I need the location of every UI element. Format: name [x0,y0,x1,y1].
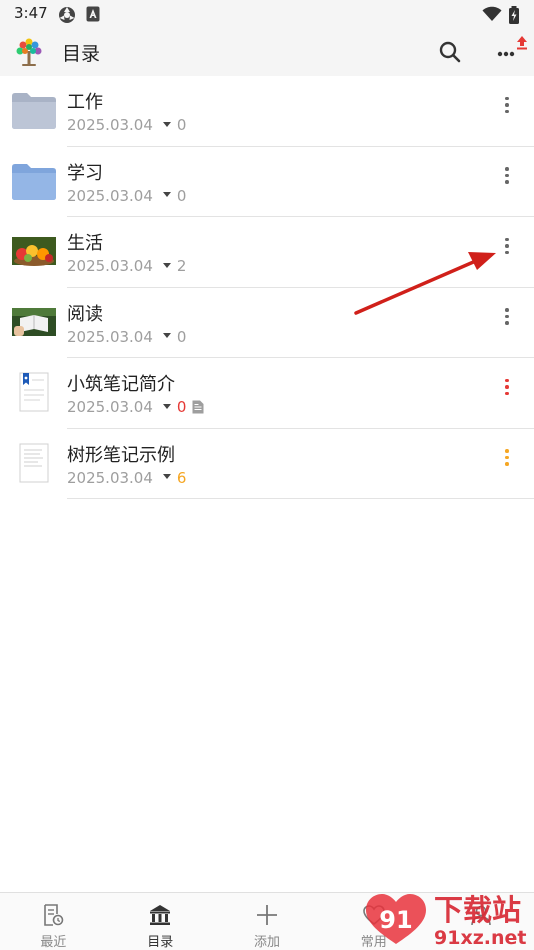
caret-down-icon [162,474,171,479]
item-meta: 2025.03.04 0 [67,398,204,416]
nav-label: 添加 [253,935,280,950]
app-logo-tree-icon [16,38,42,66]
wifi-icon [482,6,502,21]
note-document-icon [192,400,204,414]
item-meta: 2025.03.04 0 [67,328,186,346]
sync-status-icon [59,7,75,23]
item-date: 2025.03.04 [67,398,153,416]
item-count: 0 [176,327,187,346]
item-title: 阅读 [67,303,103,325]
watermark-logo-text: 91 [379,906,412,934]
item-date: 2025.03.04 [67,257,153,275]
item-count: 6 [176,468,187,487]
folder-gray-icon [12,93,56,129]
list-item[interactable]: 学习 2025.03.04 0 [0,147,534,217]
plus-icon [256,905,277,925]
item-count: 0 [176,116,187,134]
watermark-sub-text: 91xz.net [434,927,526,949]
list-item[interactable]: 小筑笔记简介 2025.03.04 0 [0,358,534,429]
item-title: 小筑笔记简介 [67,374,175,395]
watermark-main-text: 下载站 [434,893,521,927]
caret-down-icon [162,403,171,409]
nav-recent[interactable]: 最近 [0,893,107,950]
recent-notes-icon [44,904,64,926]
search-button[interactable] [436,38,464,66]
item-meta: 2025.03.04 6 [67,469,186,487]
item-date: 2025.03.04 [67,116,153,134]
search-icon [439,41,461,63]
caret-down-icon [162,192,171,197]
item-date: 2025.03.04 [67,186,153,205]
caret-down-icon [162,333,171,338]
catalog-bank-icon [150,905,171,925]
fruit-photo [12,237,56,266]
nav-add[interactable]: 添加 [214,893,321,950]
item-count: 0 [176,398,187,416]
list-item[interactable]: 树形笔记示例 2025.03.04 6 [0,429,534,499]
item-title: 树形笔记示例 [67,444,175,466]
item-title: 学习 [67,162,103,184]
document-icon [19,443,49,482]
divider [67,498,534,499]
item-menu-button[interactable] [494,92,520,118]
battery-charging-icon [509,6,519,24]
annotation-arrow-icon [354,252,496,315]
app-bar: 目录 [0,28,534,76]
item-menu-button[interactable] [494,445,520,471]
caret-down-icon [162,262,171,268]
page-title: 目录 [62,43,101,65]
nav-catalog[interactable]: 目录 [107,893,214,950]
bookmark-document-icon [19,372,49,412]
watermark-logo: 91 下载站 91xz.net [366,893,526,949]
nav-label: 目录 [147,935,174,950]
status-time: 3:47 [14,4,48,22]
status-bar: 3:47 [0,0,534,28]
item-meta: 2025.03.04 0 [67,187,186,205]
item-title: 生活 [67,233,103,254]
item-date: 2025.03.04 [67,327,153,346]
nav-label: 最近 [40,935,67,950]
reading-photo [12,307,56,336]
caret-down-icon [162,121,171,127]
more-options-button[interactable] [492,36,530,68]
item-menu-button[interactable] [494,163,520,189]
folder-blue-icon [12,163,56,200]
item-title: 工作 [67,92,103,113]
watermark: 91 下载站 91xz.net [362,888,532,950]
item-meta: 2025.03.04 0 [67,116,186,134]
item-date: 2025.03.04 [67,468,153,487]
item-count: 2 [176,257,187,275]
app-notification-icon [86,6,100,22]
item-menu-button[interactable] [494,374,520,400]
upload-alert-icon [517,36,527,50]
item-meta: 2025.03.04 2 [67,257,186,275]
list-item[interactable]: 工作 2025.03.04 0 [0,76,534,147]
item-count: 0 [176,186,187,205]
